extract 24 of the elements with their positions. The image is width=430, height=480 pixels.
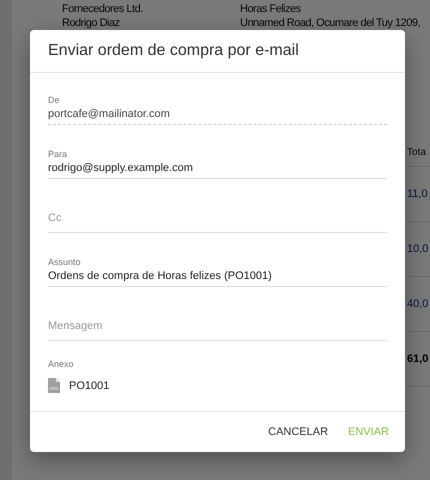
field-label: Anexo [48, 359, 75, 369]
table-cell: 61,0 [407, 332, 430, 387]
field-value: Ordens de compra de Horas felizes (PO1001) [48, 270, 273, 282]
table-cell: 10,0 [407, 222, 430, 277]
address-line: Unnamed Road, Ocumare del Tuy 1209, [240, 16, 420, 30]
field-label: De [48, 95, 61, 105]
pdf-file-icon [48, 378, 60, 393]
field-label: Assunto [48, 257, 82, 267]
attachment-name[interactable]: PO1001 [69, 380, 110, 392]
field-placeholder: Mensagem [48, 320, 104, 332]
field-value: portcafe@mailinator.com [48, 108, 171, 120]
cancel-button[interactable]: CANCELAR [260, 420, 336, 444]
column-header: Tota [407, 138, 430, 167]
address-line: Horas Felizes [240, 2, 301, 16]
field-value: rodrigo@supply.example.com [48, 162, 194, 174]
field-label: Para [48, 149, 68, 159]
field-placeholder: Cc [48, 212, 62, 224]
input-field[interactable]: Assunto Ordens de compra de Horas felizes (PO1001) [48, 249, 387, 287]
dialog-title: Enviar ordem de compra por e-mail [48, 42, 299, 60]
table-cell: 40,0 [407, 277, 430, 332]
table-cell: 11,0 [407, 167, 430, 222]
address-line: Fornecedores Ltd. [62, 2, 143, 16]
address-line: Rodrigo Diaz [62, 16, 120, 30]
input-field[interactable]: Para rodrigo@supply.example.com [48, 141, 387, 179]
